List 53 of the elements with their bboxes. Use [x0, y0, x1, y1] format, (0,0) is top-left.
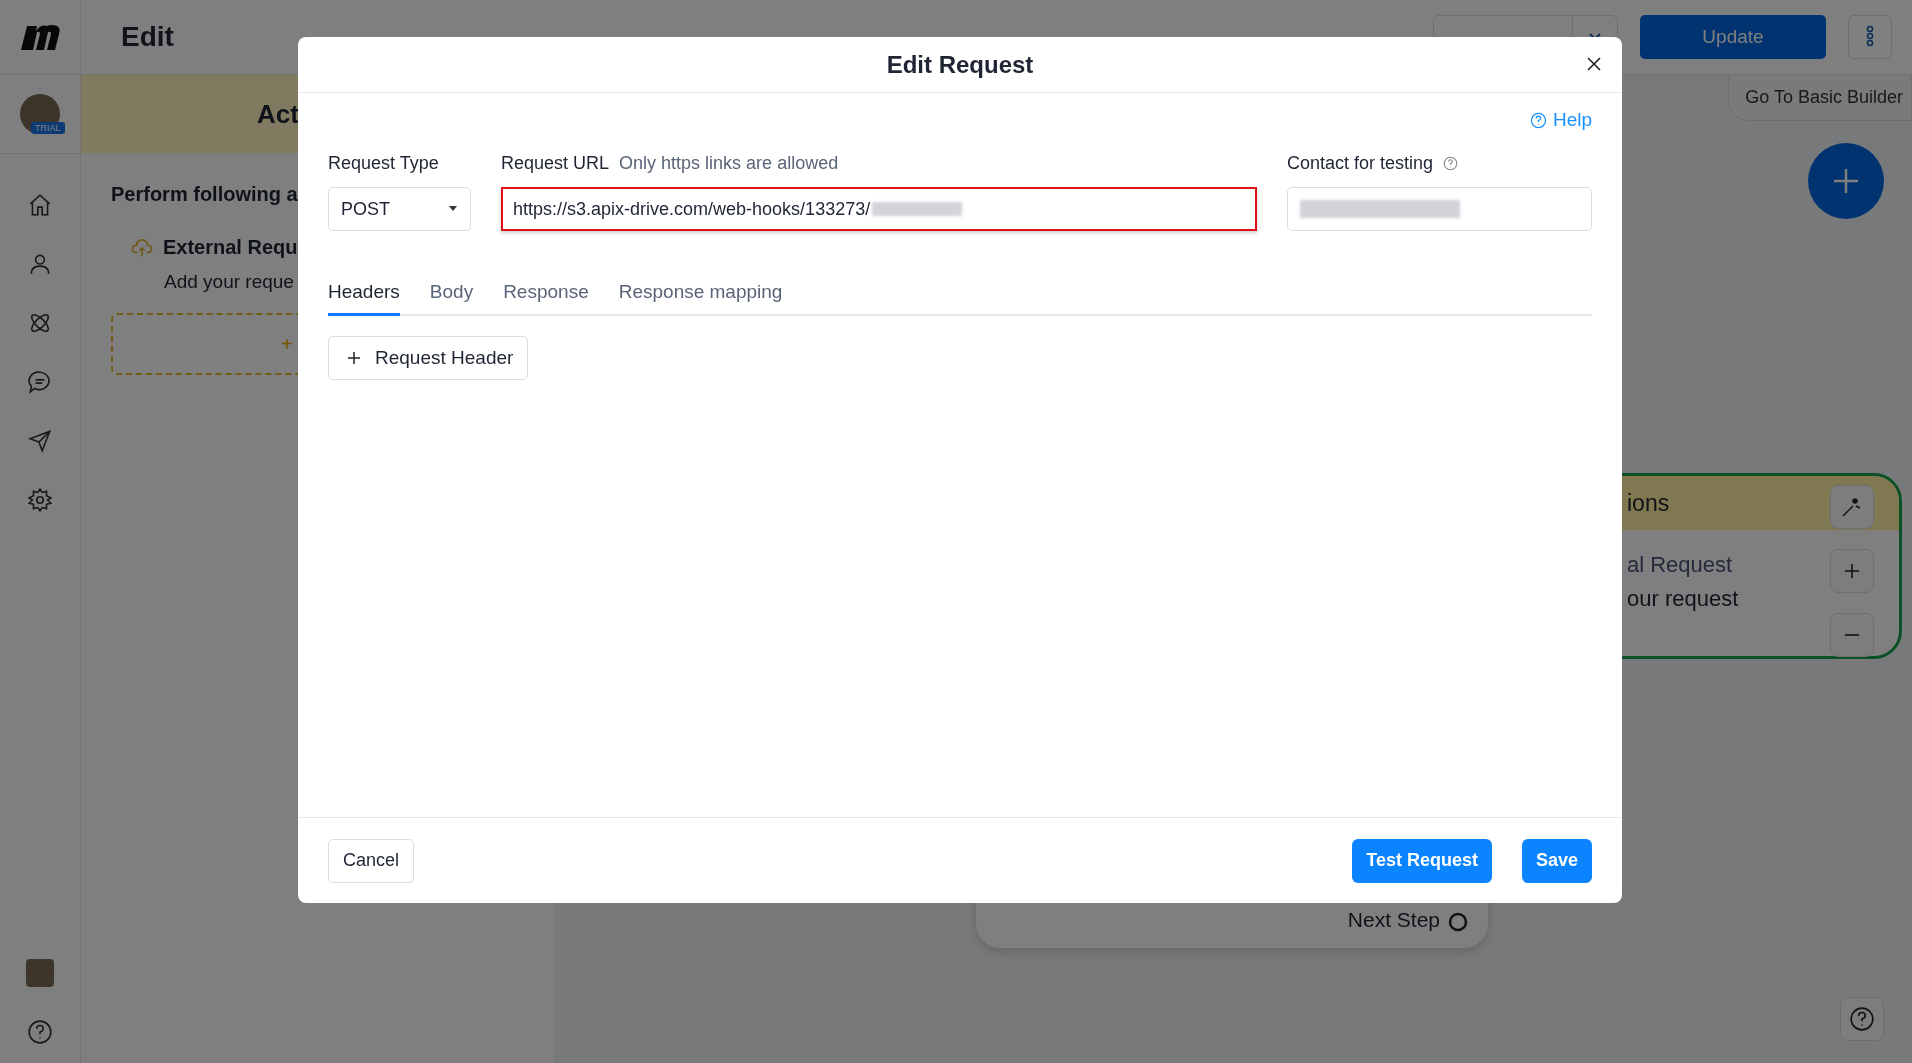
- tab[interactable]: Response mapping: [618, 273, 783, 316]
- test-request-button[interactable]: Test Request: [1352, 838, 1492, 883]
- close-icon: [1586, 56, 1602, 72]
- trial-badge: TRIAL: [31, 122, 65, 134]
- tab[interactable]: Body: [429, 273, 474, 316]
- help-icon[interactable]: [27, 1019, 53, 1045]
- minus-icon: [1844, 634, 1860, 636]
- url-value: https://s3.apix-drive.com/web-hooks/133273/: [513, 198, 871, 220]
- circle-icon: [1448, 912, 1468, 932]
- magic-button[interactable]: [1830, 485, 1874, 529]
- plus-icon: [347, 351, 361, 365]
- next-step-label: Next Step: [1347, 908, 1440, 932]
- page-title: Edit: [121, 21, 174, 53]
- save-button[interactable]: Save: [1521, 838, 1592, 883]
- zoom-in-button[interactable]: [1830, 549, 1874, 593]
- help-icon: [1529, 111, 1547, 129]
- plus-icon: [1844, 563, 1860, 579]
- more-button[interactable]: [1848, 15, 1892, 59]
- chat-icon[interactable]: [27, 369, 53, 395]
- help-link[interactable]: Help: [1529, 109, 1592, 131]
- panel-title: Act: [257, 98, 299, 130]
- more-icon: [1866, 24, 1874, 47]
- update-button[interactable]: Update: [1640, 15, 1826, 59]
- tab[interactable]: Headers: [328, 273, 400, 316]
- magic-wand-icon: [1841, 496, 1863, 518]
- action-subtitle: Add your reque: [164, 271, 294, 293]
- home-icon[interactable]: [27, 192, 53, 218]
- field-label: Request Type: [328, 152, 439, 174]
- cloud-upload-icon: [131, 237, 153, 258]
- field-label: Contact for testing: [1287, 152, 1434, 174]
- help-button[interactable]: [1840, 997, 1884, 1041]
- card-action-subtitle: our request: [1626, 585, 1739, 612]
- help-icon: [1443, 155, 1459, 171]
- caret-icon: [448, 206, 458, 212]
- cancel-button[interactable]: Cancel: [328, 838, 415, 883]
- tab[interactable]: Response: [503, 273, 589, 316]
- card-action-title: al Request: [1626, 551, 1733, 578]
- panel-heading: Perform following a: [111, 183, 298, 206]
- dialog-title: Edit Request: [886, 50, 1034, 79]
- request-type-select[interactable]: POST: [328, 187, 471, 231]
- action-title: External Requ: [163, 236, 298, 259]
- help-icon: [1849, 1006, 1875, 1032]
- basic-builder-button[interactable]: Go To Basic Builder: [1728, 75, 1912, 121]
- send-icon[interactable]: [27, 428, 53, 454]
- card-title: ions: [1627, 489, 1670, 517]
- settings-icon[interactable]: [27, 487, 53, 513]
- add-header-button[interactable]: Request Header: [328, 336, 529, 380]
- contact-field[interactable]: [1287, 187, 1592, 231]
- request-url-field[interactable]: https://s3.apix-drive.com/web-hooks/133273/: [501, 187, 1257, 231]
- logo-icon: [19, 22, 61, 52]
- field-hint: Only https links are allowed: [619, 152, 839, 174]
- field-label: Request URL: [501, 152, 610, 174]
- plus-icon: [1831, 166, 1861, 196]
